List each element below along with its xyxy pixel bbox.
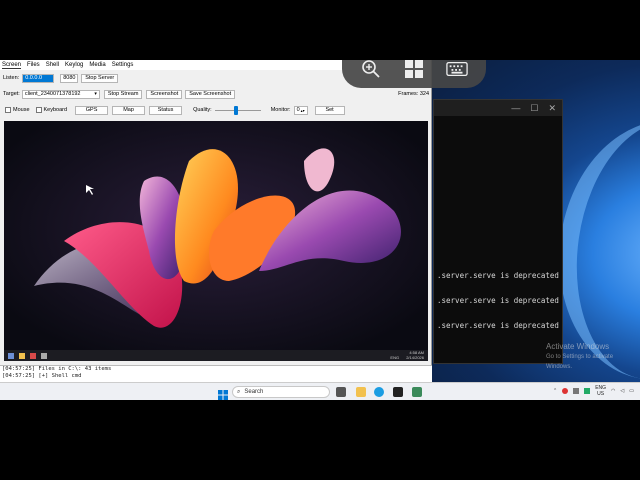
gps-button[interactable]: GPS (75, 105, 109, 115)
quality-slider[interactable] (214, 105, 261, 115)
spin-arrows-icon[interactable]: ▴▾ (301, 108, 305, 113)
remote-tray: ENG 4:58 AM 2/14/2026 (390, 350, 424, 360)
remote-control-overlay (342, 60, 486, 88)
remote-app-icon (30, 352, 36, 359)
language-indicator[interactable]: ENG US (595, 385, 606, 397)
frames-counter: Frames: 324 (398, 91, 429, 97)
save-screenshot-button[interactable]: Save Screenshot (185, 89, 236, 99)
keyboard-checkbox[interactable] (35, 107, 42, 113)
search-icon: ⌕ (237, 388, 241, 395)
file-explorer-icon[interactable] (356, 387, 366, 397)
listen-port-input[interactable]: 8080 (60, 73, 79, 83)
listen-row: Listen: 0.0.0.0 8080 Stop Server (3, 72, 119, 84)
menu-screen[interactable]: Screen (2, 62, 22, 69)
menu-media[interactable]: Media (89, 62, 105, 68)
stop-stream-button[interactable]: Stop Stream (103, 89, 143, 99)
menu-keylog[interactable]: Keylog (65, 62, 83, 68)
keyboard-label: Keyboard (43, 107, 68, 113)
set-button[interactable]: Set (314, 105, 345, 115)
chevron-up-icon[interactable]: ⌃ (553, 388, 557, 394)
zoom-in-icon[interactable] (360, 60, 382, 80)
target-label: Target: (3, 91, 20, 97)
search-placeholder: Search (244, 389, 264, 395)
system-tray: ⌃ ENG US ◠ ◁ ▭ (553, 385, 634, 397)
menu-shell[interactable]: Shell (46, 62, 59, 68)
desktop-screen: — ☐ ✕ .server.serve is deprecated .serve… (0, 60, 640, 400)
log-console: [04:57:25] Files in C:\: 43 items [04:57… (0, 365, 432, 382)
start-button[interactable] (218, 387, 228, 400)
terminal-titlebar[interactable]: — ☐ ✕ (434, 100, 562, 116)
tray-app-icon[interactable] (562, 388, 569, 394)
listen-ip-input[interactable]: 0.0.0.0 (22, 73, 55, 83)
map-button[interactable]: Map (112, 105, 146, 115)
monitor-spinbox[interactable]: 0 ▴▾ (293, 105, 308, 115)
terminal-line: .server.serve is deprecated (437, 296, 559, 305)
mouse-checkbox[interactable] (5, 107, 11, 113)
remote-start-icon (8, 352, 14, 359)
quality-slider-thumb[interactable] (233, 105, 238, 115)
tray-app-icon[interactable] (573, 388, 580, 394)
remote-app-icon (41, 352, 47, 359)
log-line: [04:57:25] [+] Shell cmd (2, 373, 82, 379)
terminal-line: .server.serve is deprecated (437, 321, 559, 330)
remote-admin-window: Screen Files Shell Keylog Media Settings… (0, 60, 432, 382)
remote-screen-view[interactable]: ENG 4:58 AM 2/14/2026 (4, 121, 428, 361)
mouse-label: Mouse (13, 107, 30, 113)
target-select[interactable]: client_2340071378192 ▾ (21, 89, 100, 99)
volume-icon[interactable]: ◁ (620, 388, 624, 394)
remote-taskbar (4, 350, 428, 361)
listen-label: Listen: (3, 75, 20, 81)
windows-icon[interactable] (403, 60, 425, 80)
target-row: Target: client_2340071378192 ▾ Stop Strea… (3, 88, 431, 100)
minimize-icon[interactable]: — (511, 103, 520, 113)
chevron-down-icon: ▾ (94, 91, 97, 97)
wifi-icon[interactable]: ◠ (611, 388, 615, 394)
terminal-line: .server.serve is deprecated (437, 271, 559, 280)
screenshot-button[interactable]: Screenshot (146, 89, 183, 99)
quality-label: Quality: (193, 107, 212, 113)
terminal-icon[interactable] (393, 387, 403, 397)
battery-icon[interactable]: ▭ (629, 388, 634, 394)
status-button[interactable]: Status (149, 105, 183, 115)
maximize-icon[interactable]: ☐ (530, 103, 538, 114)
activate-windows-watermark: Activate Windows Go to Settings to activ… (546, 342, 614, 370)
edge-browser-icon[interactable] (374, 387, 384, 397)
remote-wallpaper-bloom (4, 121, 428, 361)
close-icon[interactable]: ✕ (548, 103, 556, 114)
taskbar-search[interactable]: ⌕ Search (232, 386, 330, 398)
stop-server-button[interactable]: Stop Server (81, 73, 119, 83)
menu-settings[interactable]: Settings (112, 62, 134, 68)
options-row: Mouse Keyboard GPS Map Status Quality: M… (5, 104, 433, 116)
python-app-icon[interactable] (412, 387, 422, 397)
keyboard-icon[interactable] (445, 60, 468, 80)
task-view-icon[interactable] (336, 387, 346, 397)
windows-taskbar: ⌕ Search ⌃ ENG US ◠ ◁ ▭ (0, 382, 640, 400)
log-line: [04:57:25] Files in C:\: 43 items (2, 366, 112, 372)
terminal-window[interactable]: — ☐ ✕ .server.serve is deprecated .serve… (433, 99, 563, 364)
monitor-label: Monitor: (270, 107, 291, 113)
menu-files[interactable]: Files (27, 62, 40, 68)
tray-app-icon[interactable] (584, 388, 591, 394)
remote-folder-icon (19, 352, 25, 359)
